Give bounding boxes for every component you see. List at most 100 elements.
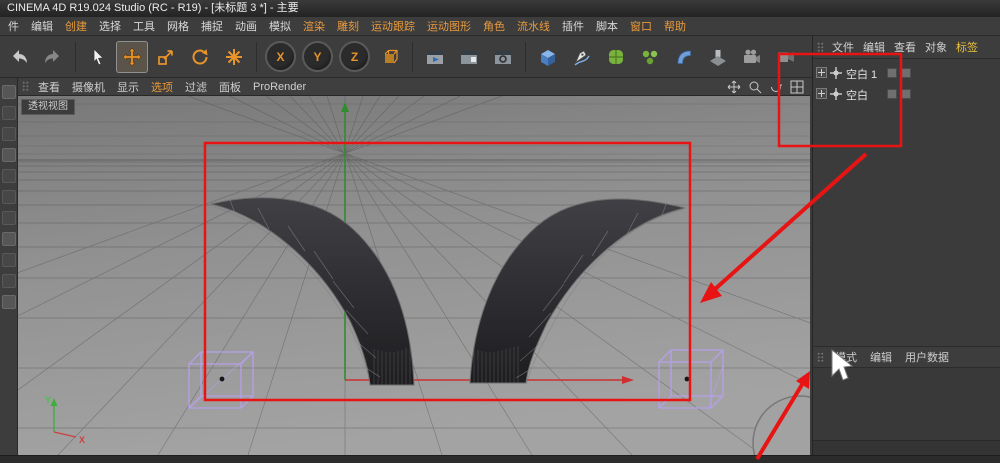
move-tool-icon[interactable]: [116, 40, 148, 73]
expander-icon[interactable]: [816, 67, 827, 78]
menu-mograph[interactable]: 运动图形: [421, 18, 477, 34]
menu-file[interactable]: 件: [2, 18, 25, 34]
visibility-toggle-render[interactable]: [901, 89, 911, 99]
vp-menu-options[interactable]: 选项: [145, 79, 179, 95]
menu-motion-tracker[interactable]: 运动跟踪: [365, 18, 421, 34]
vp-menu-filter[interactable]: 过滤: [179, 79, 213, 95]
menu-select[interactable]: 选择: [93, 18, 127, 34]
lock-icon[interactable]: [1, 295, 16, 309]
menu-bar: 件 编辑 创建 选择 工具 网格 捕捉 动画 模拟 渲染 雕刻 运动跟踪 运动图…: [0, 17, 1000, 36]
make-editable-icon[interactable]: [1, 85, 16, 99]
model-mode-icon[interactable]: [1, 106, 16, 120]
last-tool-icon[interactable]: [218, 41, 250, 73]
visibility-toggle-editor[interactable]: [887, 68, 897, 78]
camera-icon[interactable]: [736, 41, 768, 73]
workplane-mode-icon[interactable]: [1, 148, 16, 162]
render-view-icon[interactable]: [419, 41, 451, 73]
render-picture-viewer-icon[interactable]: [453, 41, 485, 73]
menu-render[interactable]: 渲染: [297, 18, 331, 34]
rotate-tool-icon[interactable]: [184, 41, 216, 73]
zoom-view-icon[interactable]: [748, 80, 762, 94]
panel-grip-icon[interactable]: [22, 81, 29, 92]
am-tab-edit[interactable]: 编辑: [865, 349, 897, 365]
object-label[interactable]: 空白 1: [846, 66, 877, 82]
vp-menu-cameras[interactable]: 摄像机: [66, 79, 111, 95]
object-label[interactable]: 空白: [846, 87, 868, 103]
viewport-scene: Y X: [0, 95, 1000, 463]
menu-create[interactable]: 创建: [59, 18, 93, 34]
attribute-manager-footer: [813, 440, 1000, 455]
right-panel: 文件 编辑 查看 对象 标签 空白 1 空白 模式 编辑 用户数据: [812, 36, 1000, 455]
stage-icon[interactable]: [770, 41, 802, 73]
texture-mode-icon[interactable]: [1, 127, 16, 141]
null-object-icon[interactable]: [829, 66, 843, 80]
menu-window[interactable]: 窗口: [624, 18, 658, 34]
window-title: CINEMA 4D R19.024 Studio (RC - R19) - [未…: [7, 2, 299, 14]
viewport-canvas[interactable]: 透视视图 Y X: [0, 95, 1000, 463]
lock-z-button[interactable]: Z: [339, 41, 370, 72]
expander-icon[interactable]: [816, 88, 827, 99]
om-menu-view[interactable]: 查看: [890, 39, 920, 55]
edges-mode-icon[interactable]: [1, 190, 16, 204]
menu-help[interactable]: 帮助: [658, 18, 692, 34]
mode-toolbar: [0, 78, 18, 455]
null-object-icon[interactable]: [829, 87, 843, 101]
viewport-solo-icon[interactable]: [1, 253, 16, 267]
menu-pipeline[interactable]: 流水线: [511, 18, 556, 34]
menu-character[interactable]: 角色: [477, 18, 511, 34]
visibility-toggle-editor[interactable]: [887, 89, 897, 99]
lock-y-label: Y: [313, 49, 322, 64]
menu-edit[interactable]: 编辑: [25, 18, 59, 34]
undo-icon[interactable]: [3, 41, 35, 73]
attribute-manager-body: [813, 368, 1000, 440]
panel-grip-icon[interactable]: [817, 351, 824, 363]
floor-icon[interactable]: [702, 41, 734, 73]
points-mode-icon[interactable]: [1, 169, 16, 183]
live-selection-icon[interactable]: [82, 41, 114, 73]
subdivision-surface-icon[interactable]: [600, 41, 632, 73]
scale-tool-icon[interactable]: [150, 41, 182, 73]
vp-menu-display[interactable]: 显示: [111, 79, 145, 95]
deformer-icon[interactable]: [668, 41, 700, 73]
toolbar-separator: [256, 41, 257, 72]
menu-animate[interactable]: 动画: [229, 18, 263, 34]
om-menu-file[interactable]: 文件: [828, 39, 858, 55]
snap-icon[interactable]: [1, 274, 16, 288]
mograph-array-icon[interactable]: [634, 41, 666, 73]
lock-x-button[interactable]: X: [265, 41, 296, 72]
rotate-view-icon[interactable]: [769, 80, 783, 94]
am-tab-userdata[interactable]: 用户数据: [900, 349, 954, 365]
pan-view-icon[interactable]: [727, 80, 741, 94]
object-row-null-1[interactable]: 空白 1: [813, 64, 1000, 82]
cube-primitive-icon[interactable]: [532, 41, 564, 73]
visibility-toggle-render[interactable]: [901, 68, 911, 78]
menu-snap[interactable]: 捕捉: [195, 18, 229, 34]
axis-y-label: Y: [45, 395, 51, 405]
title-bar: CINEMA 4D R19.024 Studio (RC - R19) - [未…: [0, 0, 1000, 17]
viewport-menu-bar: 查看 摄像机 显示 选项 过滤 面板 ProRender: [18, 78, 810, 96]
viewport-nav-icons: [727, 80, 806, 94]
polygons-mode-icon[interactable]: [1, 211, 16, 225]
om-menu-tags[interactable]: 标签: [952, 39, 982, 55]
vp-menu-view[interactable]: 查看: [32, 79, 66, 95]
menu-script[interactable]: 脚本: [590, 18, 624, 34]
lock-y-button[interactable]: Y: [302, 41, 333, 72]
vp-menu-panel[interactable]: 面板: [213, 79, 247, 95]
om-menu-edit[interactable]: 编辑: [859, 39, 889, 55]
menu-tools[interactable]: 工具: [127, 18, 161, 34]
enable-axis-icon[interactable]: [1, 232, 16, 246]
redo-icon[interactable]: [37, 41, 69, 73]
spline-pen-icon[interactable]: [566, 41, 598, 73]
menu-mesh[interactable]: 网格: [161, 18, 195, 34]
toggle-views-icon[interactable]: [790, 80, 804, 94]
menu-sculpt[interactable]: 雕刻: [331, 18, 365, 34]
coordinate-system-icon[interactable]: [374, 41, 406, 73]
am-tab-mode[interactable]: 模式: [830, 349, 862, 365]
render-settings-icon[interactable]: [487, 41, 519, 73]
menu-simulate[interactable]: 模拟: [263, 18, 297, 34]
menu-plugins[interactable]: 插件: [556, 18, 590, 34]
om-menu-objects[interactable]: 对象: [921, 39, 951, 55]
object-row-null-2[interactable]: 空白: [813, 85, 1000, 103]
panel-grip-icon[interactable]: [817, 41, 824, 53]
vp-menu-prorender[interactable]: ProRender: [247, 81, 312, 93]
